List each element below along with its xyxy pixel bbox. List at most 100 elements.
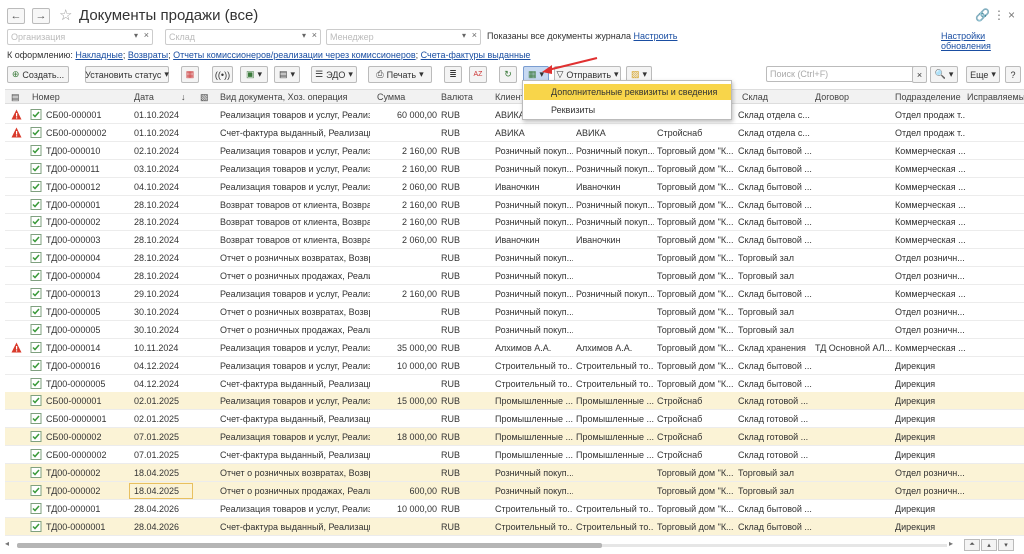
page-down-button[interactable]: ▾ [998, 539, 1014, 551]
search-input[interactable]: Поиск (Ctrl+F) [766, 66, 926, 82]
refresh-button[interactable]: ↻ [499, 66, 517, 83]
header-contract[interactable]: Договор [815, 92, 849, 102]
related-docs-button[interactable]: ▤ ▾ [274, 66, 300, 83]
related-docs-icon: ▤ [278, 69, 288, 79]
table-row[interactable]: ТД00-000002 18.04.2025 Отчет о розничных в… [5, 464, 1024, 482]
table-row[interactable]: СБ00-0000002 07.01.2025 Счет-фактура выдан… [5, 446, 1024, 465]
table-row[interactable]: ТД00-000005 30.10.2024 Отчет о розничных п… [5, 321, 1024, 339]
table-row[interactable]: ТД00-000002 28.10.2024 Возврат товаров от … [5, 213, 1024, 232]
table-row[interactable]: ТД00-000010 02.10.2024 Реализация товаров … [5, 142, 1024, 160]
plus-icon: ⊕ [11, 69, 20, 79]
more-button[interactable]: Еще ▾ [966, 66, 1000, 83]
table-row[interactable]: ТД00-000011 03.10.2024 Реализация товаров … [5, 160, 1024, 178]
menu-item-additional-props[interactable]: Дополнительные реквизиты и сведения [524, 84, 731, 100]
warehouse-filter[interactable]: Склад ▾ × [165, 29, 321, 45]
barcode-button[interactable]: ▦ [181, 66, 199, 83]
table-row[interactable]: СБ00-0000001 02.01.2025 Счет-фактура выдан… [5, 410, 1024, 429]
sort-az-button[interactable]: AZ [469, 66, 487, 83]
table-row[interactable]: СБ00-0000002 01.10.2024 Счет-фактура выдан… [5, 124, 1024, 142]
cell-client: Розничный покуп... [495, 485, 573, 496]
back-button[interactable]: ← [7, 8, 25, 24]
close-icon[interactable]: × [1008, 8, 1015, 22]
scroll-thumb[interactable] [17, 543, 602, 548]
create-button[interactable]: ⊕ Создать... [7, 66, 69, 83]
header-sum[interactable]: Сумма [377, 92, 405, 102]
cell-kind: Реализация товаров и услуг, Реализа... [220, 360, 370, 371]
table-row[interactable]: ТД00-000003 28.10.2024 Возврат товаров от … [5, 231, 1024, 250]
table-row[interactable]: ТД00-000004 28.10.2024 Отчет о розничных п… [5, 267, 1024, 286]
cell-c2: Строительный то... [576, 378, 654, 389]
issued-invoices-link[interactable]: Счета-фактуры выданные [421, 50, 531, 60]
cell-date: 04.12.2024 [134, 360, 180, 371]
list-button[interactable]: ≣ [444, 66, 462, 83]
dropdown-icon[interactable]: ▾ [302, 31, 306, 40]
forward-button[interactable]: → [32, 8, 50, 24]
posted-document-icon [30, 323, 42, 335]
header-corrected[interactable]: Исправляемы [967, 92, 1024, 102]
header-division[interactable]: Подразделение [895, 92, 961, 102]
table-row[interactable]: ТД00-0000001 28.04.2026 Счет-фактура выдан… [5, 517, 1024, 536]
header-file-icon[interactable]: ▧ [200, 92, 209, 103]
clear-icon[interactable]: × [312, 30, 317, 40]
table-row[interactable]: ТД00-0000005 04.12.2024 Счет-фактура выдан… [5, 375, 1024, 393]
cell-c3: Стройснаб [657, 414, 703, 425]
table-row[interactable]: СБ00-000001 02.01.2025 Реализация товаров … [5, 392, 1024, 411]
more-vertical-icon[interactable]: ⋮ [993, 8, 1005, 22]
scroll-right-icon[interactable]: ▸ [949, 539, 953, 548]
radio-button[interactable]: ((•)) [212, 66, 233, 83]
table-row[interactable]: ТД00-000014 10.11.2024 Реализация товаров … [5, 339, 1024, 357]
dropdown-icon[interactable]: ▾ [134, 31, 138, 40]
search-button[interactable]: 🔍 ▾ [930, 66, 958, 83]
edo-button[interactable]: ☰ ЭДО ▾ [311, 66, 357, 83]
header-currency[interactable]: Валюта [441, 92, 473, 102]
help-button[interactable]: ? [1005, 66, 1021, 83]
dropdown-icon: ▾ [290, 69, 296, 79]
header-status-icon[interactable]: ▤ [11, 92, 20, 103]
clear-icon[interactable]: × [144, 30, 149, 40]
favorite-star-icon[interactable]: ☆ [59, 6, 72, 24]
table-row[interactable]: СБ00-000001 01.10.2024 Реализация товаров … [5, 106, 1024, 124]
table-row[interactable]: ТД00-000001 28.10.2024 Возврат товаров от … [5, 196, 1024, 214]
returns-link[interactable]: Возвраты [128, 50, 168, 60]
table-row[interactable]: ТД00-000001 28.04.2026 Реализация товаров … [5, 500, 1024, 518]
table-row[interactable]: ТД00-000012 04.10.2024 Реализация товаров … [5, 178, 1024, 196]
header-doc-kind[interactable]: Вид документа, Хоз. операция [220, 92, 348, 102]
table-row[interactable]: СБ00-000002 07.01.2025 Реализация товаров … [5, 428, 1024, 447]
manager-filter[interactable]: Менеджер ▾ × [326, 29, 481, 45]
table-row[interactable]: ТД00-000016 04.12.2024 Реализация товаров … [5, 357, 1024, 375]
header-number[interactable]: Номер [32, 92, 60, 102]
cell-cur: RUB [441, 289, 461, 299]
header-client[interactable]: Клиент [495, 92, 525, 102]
cell-cur: RUB [441, 468, 461, 478]
page-first-button[interactable]: ⏶ [964, 539, 980, 551]
table-row[interactable]: ТД00-000005 30.10.2024 Отчет о розничных в… [5, 303, 1024, 321]
header-date[interactable]: Дата [134, 92, 154, 102]
commission-reports-link[interactable]: Отчеты комиссионеров/реализации через ко… [173, 50, 416, 60]
invoices-link[interactable]: Накладные [75, 50, 123, 60]
header-warehouse[interactable]: Склад [742, 92, 768, 102]
cell-c2: Строительный то... [576, 503, 654, 514]
organization-filter[interactable]: Организация ▾ × [7, 29, 153, 45]
cell-c3: Стройснаб [657, 127, 703, 138]
table-row[interactable]: ТД00-000013 29.10.2024 Реализация товаров … [5, 285, 1024, 303]
table-row[interactable]: ТД00-000002 18.04.2025 Отчет о розничных п… [5, 481, 1024, 500]
page-up-button[interactable]: ▴ [981, 539, 997, 551]
horizontal-scrollbar[interactable]: ◂ ▸ [5, 539, 965, 549]
dropdown-icon[interactable]: ▾ [462, 31, 466, 40]
cell-kind: Отчет о розничных возвратах, Возвра... [220, 468, 370, 478]
table-row[interactable]: ТД00-000004 28.10.2024 Отчет о розничных в… [5, 249, 1024, 268]
link-icon[interactable]: 🔗 [975, 8, 990, 22]
refresh-settings-link[interactable]: Настройки обновления [941, 31, 1024, 51]
create-based-button[interactable]: ▣ ▾ [240, 66, 268, 83]
page-up-icon: ▴ [987, 542, 991, 549]
set-status-button[interactable]: Установить статус ▾ [85, 66, 169, 83]
scroll-left-icon[interactable]: ◂ [5, 539, 9, 548]
cell-c2: Промышленные ... [576, 450, 654, 461]
search-clear-button[interactable]: × [912, 66, 927, 83]
cell-sklad: Склад бытовой ... [738, 217, 812, 228]
configure-link[interactable]: Настроить [634, 31, 678, 41]
print-button[interactable]: ⎙ Печать ▾ [368, 66, 432, 83]
clear-icon[interactable]: × [472, 30, 477, 40]
menu-item-props[interactable]: Реквизиты [524, 102, 731, 118]
cell-sum: 2 060,00 [401, 235, 437, 246]
